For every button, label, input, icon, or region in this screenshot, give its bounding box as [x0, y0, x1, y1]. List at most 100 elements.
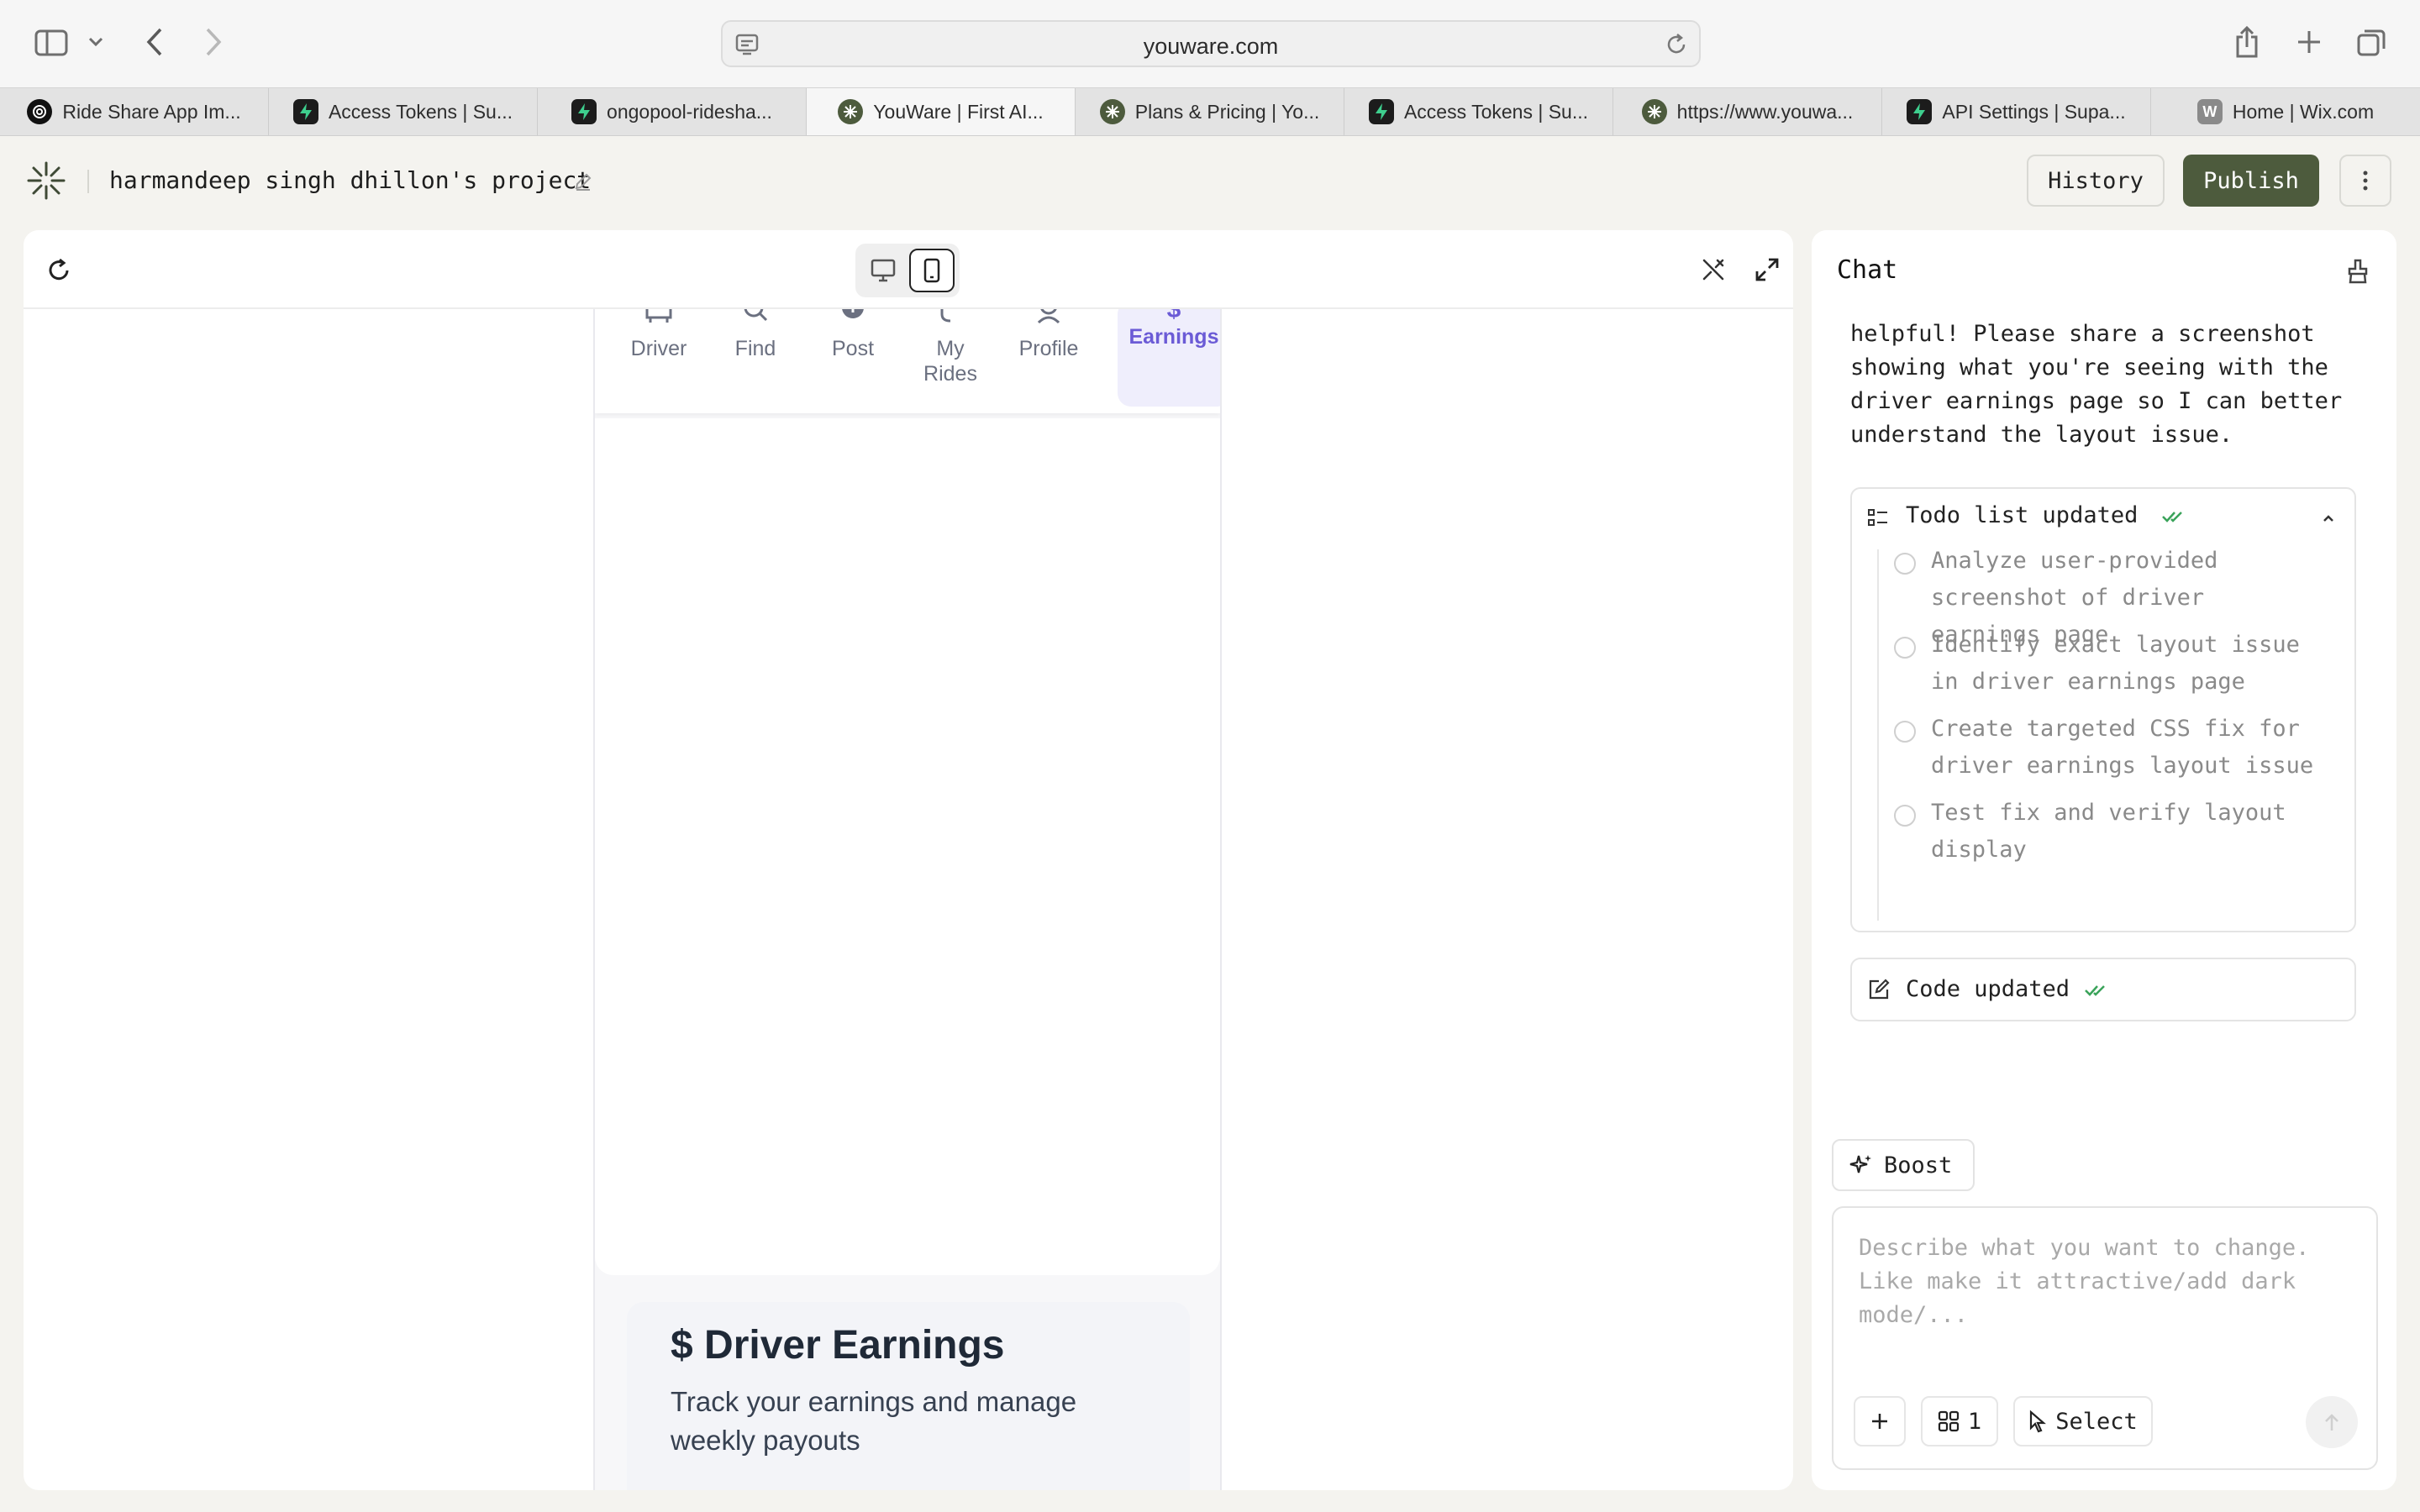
forward-icon[interactable]: [198, 25, 229, 59]
todo-item: Create targeted CSS fix for driver earni…: [1931, 716, 2314, 779]
message-input-box: 1 Select: [1832, 1206, 2378, 1470]
youware-icon: [1099, 99, 1125, 124]
code-updated-card[interactable]: Code updated: [1850, 958, 2356, 1021]
preview-panel: Driver Find Post My Rides Profile $ Earn…: [24, 230, 1793, 1490]
chat-panel: Chat helpful! Please share a screenshot …: [1812, 230, 2396, 1490]
tab-overview-icon[interactable]: [2354, 25, 2388, 59]
more-vertical-icon: [2363, 171, 2368, 191]
youware-icon: [1641, 99, 1667, 124]
history-button[interactable]: History: [2027, 155, 2165, 207]
browser-tab[interactable]: ongopool-ridesha...: [538, 88, 807, 135]
browser-tab[interactable]: https://www.youwa...: [1613, 88, 1882, 135]
tab-bar: Ride Share App Im... Access Tokens | Su.…: [0, 87, 2420, 136]
earnings-subtitle: Track your earnings and manage weekly pa…: [671, 1386, 1077, 1456]
back-icon[interactable]: [139, 25, 170, 59]
todo-card: Todo list updated Analyze user-provided …: [1850, 487, 2356, 932]
todo-checkbox[interactable]: [1894, 721, 1916, 743]
message-input[interactable]: [1859, 1231, 2354, 1366]
sparkle-icon: [1849, 1155, 1871, 1173]
car-icon: [645, 309, 672, 323]
desktop-view-button[interactable]: [862, 250, 904, 291]
code-updated-label: Code updated: [1906, 976, 2070, 1002]
mobile-preview-frame: Driver Find Post My Rides Profile $ Earn…: [593, 309, 1222, 1490]
browser-tab[interactable]: Ride Share App Im...: [0, 88, 269, 135]
browser-tab[interactable]: W Home | Wix.com: [2151, 88, 2420, 135]
mobile-view-button[interactable]: [909, 249, 955, 292]
project-title: harmandeep singh dhillon's project: [109, 166, 592, 194]
refresh-icon[interactable]: [45, 257, 72, 284]
boost-button[interactable]: Boost: [1832, 1139, 1975, 1191]
new-tab-icon[interactable]: [2292, 25, 2326, 59]
select-element-button[interactable]: Select: [2013, 1396, 2153, 1446]
todo-item: Identify exact layout issue in driver ea…: [1931, 632, 2300, 695]
app-header: harmandeep singh dhillon's project Histo…: [0, 136, 2420, 225]
supabase-icon: [571, 99, 597, 124]
clear-chat-icon[interactable]: [2346, 259, 2370, 284]
earnings-header-card: $ Driver Earnings Track your earnings an…: [627, 1302, 1190, 1490]
collapse-chevron-icon[interactable]: [2323, 514, 2334, 522]
arrow-up-icon: [2325, 1414, 2338, 1431]
dollar-icon: $: [1166, 309, 1181, 323]
header-divider: [87, 170, 89, 193]
tools-icon[interactable]: [1701, 257, 1726, 282]
send-button[interactable]: [2306, 1396, 2358, 1448]
youware-logo-icon[interactable]: [25, 160, 67, 202]
mobile-icon: [923, 258, 940, 283]
youware-icon: [838, 99, 864, 124]
cursor-icon: [2030, 1410, 2047, 1433]
components-icon: [1938, 1410, 1959, 1432]
app-nav-bar: Driver Find Post My Rides Profile $ Earn…: [595, 309, 1220, 413]
browser-tab[interactable]: Access Tokens | Su...: [269, 88, 538, 135]
nav-item-my-rides[interactable]: My Rides: [913, 309, 988, 386]
device-toggle: [855, 244, 960, 297]
user-icon: [1037, 309, 1060, 324]
openai-icon: [27, 99, 53, 124]
checklist-icon: [1867, 507, 1889, 529]
todo-item: Test fix and verify layout display: [1931, 800, 2286, 863]
desktop-icon: [871, 259, 896, 282]
nav-item-earnings[interactable]: $ Earnings: [1118, 309, 1220, 407]
search-icon: [744, 309, 768, 322]
browser-tab-active[interactable]: YouWare | First AI...: [807, 88, 1076, 135]
browser-toolbar: youware.com: [0, 0, 2420, 87]
assistant-message: helpful! Please share a screenshot showi…: [1850, 321, 2343, 448]
sidebar-toggle-icon[interactable]: [32, 25, 71, 60]
double-check-icon: [2084, 983, 2109, 998]
url-text: youware.com: [1143, 34, 1279, 59]
chevron-down-icon[interactable]: [86, 32, 106, 52]
chat-title: Chat: [1837, 255, 1898, 285]
browser-tab[interactable]: Access Tokens | Su...: [1344, 88, 1613, 135]
browser-tab[interactable]: API Settings | Supa...: [1882, 88, 2151, 135]
supabase-icon: [1907, 99, 1933, 124]
edit-pencil-icon[interactable]: [573, 171, 593, 192]
share-icon[interactable]: [2232, 24, 2262, 60]
context-count-button[interactable]: 1: [1921, 1396, 1998, 1446]
attach-button[interactable]: [1854, 1396, 1906, 1446]
wix-icon: W: [2196, 99, 2223, 124]
browser-tab[interactable]: Plans & Pricing | Yo...: [1076, 88, 1344, 135]
content-card: [595, 418, 1220, 1275]
todo-checkbox[interactable]: [1894, 637, 1916, 659]
supabase-icon: [292, 99, 318, 124]
expand-icon[interactable]: [1754, 257, 1780, 282]
todo-checkbox[interactable]: [1894, 553, 1916, 575]
route-icon: [940, 309, 960, 323]
supabase-icon: [1368, 99, 1394, 124]
nav-item-find[interactable]: Find: [718, 309, 793, 361]
reload-icon[interactable]: [1664, 32, 1689, 57]
nav-item-driver[interactable]: Driver: [617, 309, 701, 361]
earnings-title: $ Driver Earnings: [671, 1323, 1005, 1368]
chat-header: Chat: [1812, 230, 2396, 309]
double-check-icon: [2161, 509, 2186, 524]
preview-toolbar: [24, 230, 1793, 309]
nav-item-post[interactable]: Post: [815, 309, 891, 361]
publish-button[interactable]: Publish: [2183, 155, 2319, 207]
todo-title: Todo list updated: [1906, 502, 2139, 528]
address-bar[interactable]: youware.com: [721, 20, 1701, 67]
nav-item-profile[interactable]: Profile: [1007, 309, 1091, 361]
plus-icon: [1872, 1414, 1887, 1429]
todo-checkbox[interactable]: [1894, 805, 1916, 827]
edit-file-icon: [1867, 978, 1891, 1001]
more-options-button[interactable]: [2339, 155, 2391, 207]
todo-rail: [1877, 549, 1879, 921]
